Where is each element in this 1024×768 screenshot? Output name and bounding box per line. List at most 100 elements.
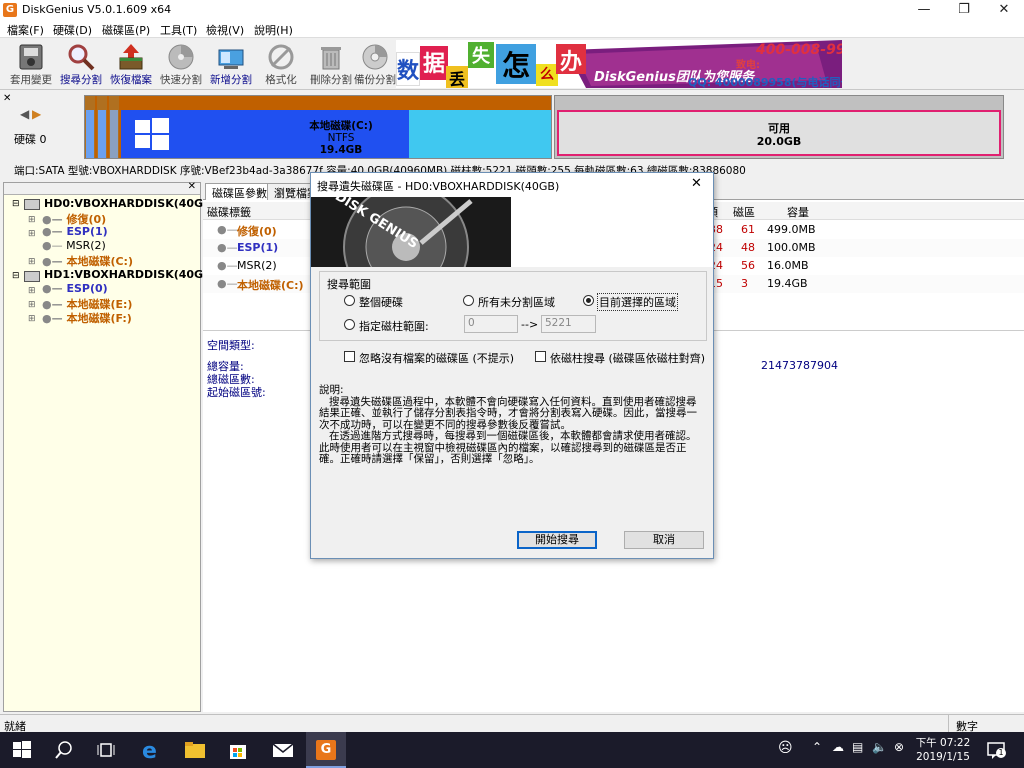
menu-disk[interactable]: 硬碟(D) (53, 22, 92, 38)
cancel-button[interactable]: 取消 (624, 531, 704, 549)
banner-phone-prefix: 致电: (736, 60, 760, 71)
space-type-label: 空間類型: (207, 339, 255, 352)
menu-partition[interactable]: 磁碟區(P) (102, 22, 150, 38)
menu-view[interactable]: 檢視(V) (206, 22, 244, 38)
tree-hd0-part-2[interactable]: ●— MSR(2) (42, 239, 106, 252)
diskgenius-taskbar-button[interactable]: G (306, 732, 346, 768)
notification-icon[interactable]: 1 (986, 740, 1006, 760)
partition-icon: ●— (217, 259, 238, 272)
collapse-hd1-icon[interactable]: ⊟ (12, 271, 20, 281)
dialog-close-button[interactable]: ✕ (691, 176, 702, 191)
radio-selected-area[interactable] (583, 295, 594, 306)
quick-partition-button[interactable]: 快速分割 (156, 40, 206, 88)
radio-unallocated[interactable] (463, 295, 474, 306)
disk-label: 硬碟 0 (14, 133, 47, 146)
mail-icon[interactable] (272, 740, 294, 760)
start-sector-label: 起始磁區號: (207, 386, 266, 399)
expand-icon[interactable]: ⊞ (28, 314, 36, 324)
partition-icon: ●— (42, 225, 63, 238)
tree-hd1-part-2[interactable]: ●— 本地磁碟(F:) (42, 310, 132, 326)
expand-icon[interactable]: ⊞ (28, 229, 36, 239)
partition-icon: ●— (42, 239, 63, 252)
title-bar: G DiskGenius V5.0.1.609 x64 — ❐ ✕ (0, 0, 1024, 20)
quick-partition-icon (166, 42, 196, 72)
checkbox-cylinder-align-label[interactable]: 依磁柱搜尋 (磁碟區依磁柱對齊) (550, 350, 705, 366)
radio-cylinder-range-label[interactable]: 指定磁柱範圍: (359, 318, 429, 334)
dialog-description: 說明: 搜尋遺失磁碟區過程中，本軟體不會向硬碟寫入任何資料。直到使用者確認搜尋 … (319, 384, 697, 465)
windows-start-icon[interactable] (12, 740, 32, 760)
prev-disk-arrow-icon[interactable]: ◀ (20, 107, 29, 121)
close-panel-icon[interactable]: ✕ (3, 93, 11, 104)
people-icon[interactable]: ☹ (778, 740, 798, 760)
window-title: DiskGenius V5.0.1.609 x64 (22, 3, 172, 16)
disk-tree-panel: ✕ ⊟ HD0:VBOXHARDDISK(40GB) ⊞ ●— 修復(0) ⊞ … (3, 181, 217, 712)
format-button[interactable]: 格式化 (256, 40, 306, 88)
checkbox-ignore-empty[interactable] (344, 351, 355, 362)
checkbox-cylinder-align[interactable] (535, 351, 546, 362)
expand-icon[interactable]: ⊞ (28, 300, 36, 310)
close-button[interactable]: ✕ (984, 0, 1024, 20)
diskgenius-icon: G (316, 740, 336, 760)
maximize-button[interactable]: ❐ (944, 0, 984, 20)
collapse-hd0-icon[interactable]: ⊟ (12, 199, 20, 209)
network-icon[interactable]: ▤ (852, 740, 872, 760)
radio-whole-disk-label[interactable]: 整個硬碟 (359, 294, 403, 310)
radio-unallocated-label[interactable]: 所有未分割區域 (478, 294, 555, 310)
hard-disk-icon (24, 271, 40, 282)
tree-hd0-part-1[interactable]: ●— ESP(1) (42, 225, 108, 238)
clock[interactable]: 下午 07:22 2019/1/15 (910, 736, 976, 764)
edge-browser-icon[interactable]: e (140, 739, 160, 764)
search-partition-button[interactable]: 搜尋分割 (56, 40, 106, 88)
radio-whole-disk[interactable] (344, 295, 355, 306)
recover-files-button[interactable]: 恢復檔案 (106, 40, 156, 88)
free-space-block[interactable]: 可用 20.0GB (554, 95, 1004, 159)
taskbar: e G ☹ ⌃ ☁ ▤ 🔈 ⊗ 下午 07:22 2019/1/15 1 (0, 732, 1024, 768)
banner-char-7: 办 (556, 44, 586, 75)
banner-char-4: 失 (468, 42, 494, 68)
store-icon[interactable] (228, 740, 248, 760)
task-view-icon[interactable] (96, 740, 116, 760)
radio-cylinder-range[interactable] (344, 319, 355, 330)
close-tree-icon[interactable]: ✕ (188, 181, 196, 192)
menu-tools[interactable]: 工具(T) (160, 22, 197, 38)
checkbox-ignore-empty-label[interactable]: 忽略沒有檔案的磁碟區 (不提示) (359, 350, 514, 366)
tree-hd0[interactable]: HD0:VBOXHARDDISK(40GB) (44, 197, 217, 210)
volume-icon[interactable]: 🔈 (872, 740, 892, 760)
file-explorer-icon[interactable] (184, 740, 205, 760)
total-bytes-value: 21473787904 (761, 359, 838, 372)
new-partition-button[interactable]: 新增分割 (206, 40, 256, 88)
minimize-button[interactable]: — (904, 0, 944, 20)
save-changes-button[interactable]: 套用變更 (6, 40, 56, 88)
tree-hd1-part-0[interactable]: ●— ESP(0) (42, 282, 108, 295)
free-space-label: 可用 (768, 122, 790, 135)
partition-icon: ●— (42, 282, 63, 295)
save-disk-icon (16, 42, 46, 72)
partition-c-block[interactable]: 本地磁碟(C:) NTFS 19.4GB (121, 96, 551, 158)
svg-text:e: e (142, 740, 157, 760)
dialog-header-image: DISK GENIUS (311, 197, 713, 267)
disk-bar: 本地磁碟(C:) NTFS 19.4GB (84, 95, 552, 159)
tab-partition-params[interactable]: 磁碟區參數 (205, 183, 274, 200)
tray-chevron-icon[interactable]: ⌃ (812, 740, 832, 760)
backup-partition-button[interactable]: 備份分割 (350, 40, 400, 88)
expand-icon[interactable]: ⊞ (28, 215, 36, 225)
expand-icon[interactable]: ⊞ (28, 257, 36, 267)
menu-help[interactable]: 說明(H) (254, 22, 293, 38)
partition-c-name: 本地磁碟(C:) (309, 120, 373, 132)
ad-banner[interactable]: 数 据 丢 失 怎 么 办 DiskGenius团队为您服务 致电: 400-0… (396, 40, 842, 88)
search-icon[interactable] (54, 740, 74, 760)
next-disk-arrow-icon[interactable]: ▶ (32, 107, 41, 121)
weather-icon[interactable]: ☁ (832, 740, 852, 760)
cylinder-start-input[interactable]: 0 (464, 315, 518, 333)
new-partition-icon (216, 42, 246, 72)
expand-icon[interactable]: ⊞ (28, 286, 36, 296)
tree-hd0-part-3[interactable]: ●— 本地磁碟(C:) (42, 253, 133, 269)
banner-char-6: 么 (536, 64, 558, 86)
tree-hd1[interactable]: HD1:VBOXHARDDISK(40GB) (44, 268, 217, 281)
cylinder-end-input[interactable]: 5221 (541, 315, 596, 333)
banner-char-5: 怎 (496, 44, 536, 84)
radio-selected-area-label[interactable]: 目前選擇的區域 (597, 293, 678, 311)
menu-file[interactable]: 檔案(F) (7, 22, 44, 38)
banner-phone: 400-008-9958 (756, 42, 842, 58)
start-search-button[interactable]: 開始搜尋 (517, 531, 597, 549)
